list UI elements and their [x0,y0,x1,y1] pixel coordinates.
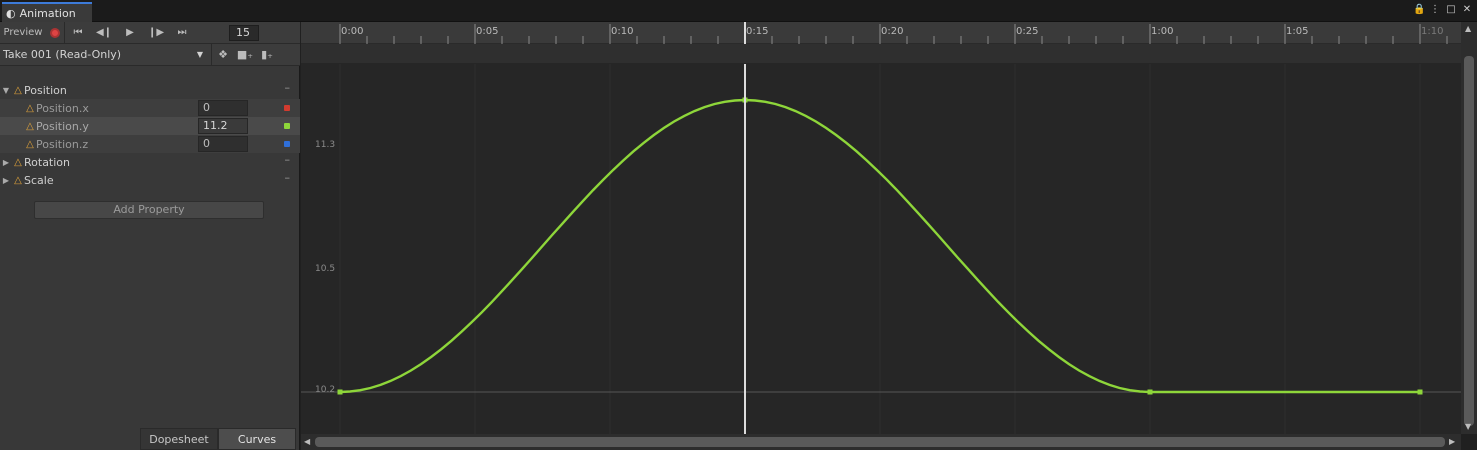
last-key-icon: ⏭ [177,27,187,38]
add-keyframe-button[interactable]: ❖ [212,44,234,66]
ruler-label: 0:10 [611,26,634,37]
keyframe-marker [1147,389,1153,395]
x-channel-color-swatch [284,105,290,111]
position-y-value-field[interactable]: 11.2 [198,118,248,134]
expand-right-icon[interactable]: ▶ [0,176,12,185]
expand-right-icon[interactable]: ▶ [0,158,12,167]
z-channel-color-swatch [284,141,290,147]
close-icon[interactable]: ✕ [1461,4,1473,16]
animation-icon: ◐ [6,6,16,20]
scroll-left-icon[interactable]: ◀ [304,437,310,446]
transform-icon: △ [14,156,22,168]
chevron-down-icon: ▼ [196,50,203,59]
last-key-button[interactable]: ⏭ [169,22,195,44]
property-position-z[interactable]: △ Position.z 0 [0,135,300,153]
horizontal-scroll-thumb[interactable] [315,437,1445,447]
expand-down-icon[interactable]: ▼ [0,86,12,95]
value-axis-label: 10.2 [315,385,336,395]
ruler-label: 1:00 [1151,26,1174,37]
event-button[interactable]: ▮₊ [256,44,278,66]
ruler-label: 0:05 [476,26,499,37]
scroll-up-icon[interactable]: ▲ [1465,24,1471,33]
position-x-value-field[interactable]: 0 [198,100,248,116]
transform-icon: △ [14,84,22,96]
event-icon: ▮₊ [261,48,273,61]
preview-label: Preview [3,27,43,38]
remove-icon[interactable]: – [285,81,291,94]
grid-lines [339,64,1421,434]
value-axis-label: 10.5 [315,264,336,274]
ruler-label: 0:25 [1016,26,1039,37]
clip-name: Take 001 (Read-Only) [3,48,122,61]
scroll-down-icon[interactable]: ▼ [1465,422,1471,431]
animation-tab[interactable]: ◐ Animation [2,2,92,22]
hierarchy-panel: Preview ⏮ ◀❙ ▶ ❙▶ ⏭ 15 Take 001 (Read-On… [0,21,300,450]
event-track[interactable] [301,44,1461,64]
property-position-x-label: Position.x [36,101,89,115]
keyframe-icon: ❖ [218,48,228,61]
position-z-value-field[interactable]: 0 [198,136,248,152]
y-channel-color-swatch [284,123,290,129]
scroll-right-icon[interactable]: ▶ [1449,437,1455,446]
frame-field[interactable]: 15 [229,24,259,41]
ruler-label: 1:10 [1421,26,1444,37]
preview-button[interactable]: Preview [0,22,46,44]
property-position-z-label: Position.z [36,137,89,151]
next-key-button[interactable]: ❙▶ [143,22,169,44]
transform-icon: △ [14,174,22,186]
ruler-label: 0:00 [341,26,364,37]
view-mode-tabs: Dopesheet Curves [140,428,296,450]
maximize-icon[interactable]: □ [1445,4,1457,16]
prev-key-button[interactable]: ◀❙ [91,22,117,44]
animation-tab-label: Animation [19,6,76,20]
vertical-scrollbar[interactable]: ▲ ▼ [1461,22,1477,434]
record-button[interactable] [46,22,64,44]
first-key-icon: ⏮ [73,27,83,38]
ruler-label: 0:15 [746,26,769,37]
lock-icon[interactable]: 🔒 [1413,4,1425,16]
clip-dropdown[interactable]: Take 001 (Read-Only) ▼ [0,43,212,66]
transform-icon: △ [26,102,34,114]
clip-bar: Take 001 (Read-Only) ▼ ❖ ■₊ ▮₊ [0,43,300,66]
property-rotation[interactable]: ▶ △ Rotation – [0,153,300,171]
property-rotation-label: Rotation [24,155,71,169]
property-position[interactable]: ▼ △ Position – [0,81,300,99]
keyframe-marker [337,389,343,395]
value-axis-label: 11.3 [315,140,336,150]
remove-icon[interactable]: – [285,171,291,184]
play-button[interactable]: ▶ [117,22,143,44]
property-scale[interactable]: ▶ △ Scale – [0,171,300,189]
horizontal-scrollbar[interactable]: ◀ ▶ [301,434,1461,450]
property-scale-label: Scale [24,173,54,187]
vertical-scroll-thumb[interactable] [1464,56,1474,426]
ruler-label: 0:20 [881,26,904,37]
property-position-x[interactable]: △ Position.x 0 [0,99,300,117]
add-property-button[interactable]: Add Property [34,201,264,219]
ruler-label: 1:05 [1286,26,1309,37]
menu-icon[interactable]: ⋮ [1429,4,1441,16]
add-event-icon: ■₊ [236,48,254,61]
timeline-ruler[interactable]: 0:00 0:05 0:10 0:15 0:20 0:25 1:00 1:05 … [301,22,1461,44]
first-key-button[interactable]: ⏮ [65,22,91,44]
curve-editor[interactable]: 11.3 10.5 10.2 [301,64,1461,434]
tab-dopesheet[interactable]: Dopesheet [140,428,218,450]
transform-icon: △ [26,138,34,150]
property-position-label: Position [24,83,67,97]
playback-toolbar: Preview ⏮ ◀❙ ▶ ❙▶ ⏭ 15 [0,21,300,44]
window-title-bar: ◐ Animation 🔒 ⋮ □ ✕ [0,0,1477,22]
record-icon [50,27,60,38]
transform-icon: △ [26,120,34,132]
play-icon: ▶ [126,27,134,38]
add-event-button[interactable]: ■₊ [234,44,256,66]
tab-curves[interactable]: Curves [218,428,296,450]
next-key-icon: ❙▶ [147,27,165,38]
prev-key-icon: ◀❙ [95,27,113,38]
keyframe-marker [1417,389,1423,395]
property-position-y-label: Position.y [36,119,89,133]
curve-canvas [301,64,1461,434]
remove-icon[interactable]: – [285,153,291,166]
property-position-y[interactable]: △ Position.y 11.2 [0,117,300,135]
window-buttons: 🔒 ⋮ □ ✕ [1413,4,1473,16]
